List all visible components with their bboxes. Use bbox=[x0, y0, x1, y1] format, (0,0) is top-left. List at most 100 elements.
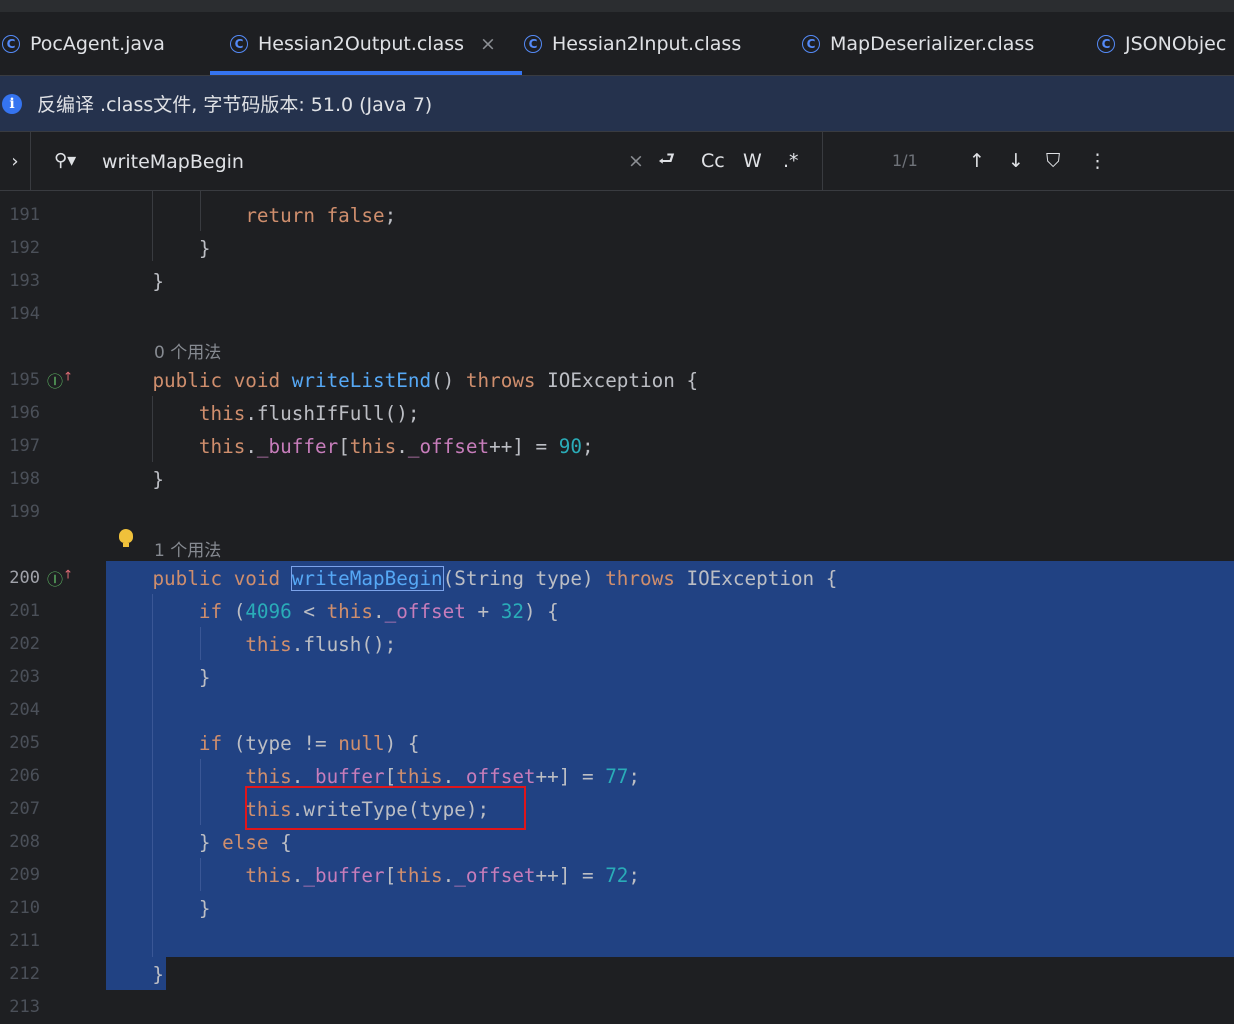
code-text: this._buffer[this._offset++] = 77; bbox=[245, 765, 641, 788]
line-number: 192 bbox=[9, 238, 40, 258]
tab-pocagent[interactable]: C PocAgent.java bbox=[2, 12, 165, 75]
divider bbox=[822, 132, 823, 190]
usage-hint-line: 0 个用法 bbox=[0, 331, 1234, 364]
info-icon: i bbox=[2, 93, 22, 114]
editor-tab-bar: C PocAgent.java C Hessian2Output.class ×… bbox=[0, 12, 1234, 76]
code-text: return false; bbox=[245, 204, 397, 227]
code-text: } bbox=[106, 468, 165, 491]
code-line: 209 this._buffer[this._offset++] = 72; bbox=[0, 859, 1234, 892]
line-number: 209 bbox=[9, 865, 40, 885]
implements-marker-icon[interactable]: Ⓘ↑ bbox=[47, 368, 73, 392]
line-number: 203 bbox=[9, 667, 40, 687]
line-number: 195 bbox=[9, 370, 40, 390]
code-line: 193 } bbox=[0, 265, 1234, 298]
code-text: } bbox=[106, 270, 165, 293]
line-number: 213 bbox=[9, 997, 40, 1017]
line-number: 202 bbox=[9, 634, 40, 654]
tab-hessian2input[interactable]: C Hessian2Input.class bbox=[524, 12, 741, 75]
code-line: 199 bbox=[0, 496, 1234, 529]
class-c-icon: C bbox=[2, 34, 20, 53]
code-line: 210 } bbox=[0, 892, 1234, 925]
more-options-icon[interactable]: ⋮ bbox=[1088, 132, 1107, 190]
previous-occurrence-icon[interactable]: ↑ bbox=[969, 132, 985, 190]
code-line: 207 this.writeType(type); bbox=[0, 793, 1234, 826]
code-line: 200 Ⓘ↑ public void writeMapBegin(String … bbox=[0, 562, 1234, 595]
class-c-icon: C bbox=[1097, 34, 1115, 53]
code-line: 205 if (type != null) { bbox=[0, 727, 1234, 760]
code-text: this._buffer[this._offset++] = 90; bbox=[198, 435, 594, 458]
regex-button[interactable]: .* bbox=[783, 132, 799, 190]
lightbulb-icon[interactable] bbox=[119, 529, 133, 547]
code-line: 198 } bbox=[0, 463, 1234, 496]
tab-hessian2output[interactable]: C Hessian2Output.class × bbox=[210, 12, 522, 75]
line-number: 211 bbox=[9, 931, 40, 951]
code-line: 202 this.flush(); bbox=[0, 628, 1234, 661]
tab-label: JSONObjec bbox=[1125, 32, 1227, 55]
usage-hint[interactable]: 1 个用法 bbox=[154, 536, 221, 561]
code-text: if (4096 < this._offset + 32) { bbox=[198, 600, 559, 623]
code-text: } bbox=[106, 237, 211, 260]
code-line: 211 bbox=[0, 925, 1234, 958]
decompiled-info-banner: i 反编译 .class文件, 字节码版本: 51.0 (Java 7) bbox=[0, 76, 1234, 132]
code-line: 213 bbox=[0, 991, 1234, 1024]
code-text: this.flushIfFull(); bbox=[198, 402, 420, 425]
code-line: 194 bbox=[0, 298, 1234, 331]
implements-marker-icon[interactable]: Ⓘ↑ bbox=[47, 566, 73, 590]
line-number: 205 bbox=[9, 733, 40, 753]
tab-mapdeserializer[interactable]: C MapDeserializer.class bbox=[802, 12, 1034, 75]
line-number: 204 bbox=[9, 700, 40, 720]
next-occurrence-icon[interactable]: ↓ bbox=[1008, 132, 1024, 190]
expand-replace-chevron-icon[interactable]: › bbox=[0, 132, 31, 190]
line-number: 208 bbox=[9, 832, 40, 852]
line-number: 201 bbox=[9, 601, 40, 621]
clear-search-icon[interactable]: × bbox=[628, 132, 644, 190]
line-number: 194 bbox=[9, 304, 40, 324]
tab-label: Hessian2Input.class bbox=[552, 32, 742, 55]
code-text: } else { bbox=[106, 831, 292, 854]
info-text: 反编译 .class文件, 字节码版本: 51.0 (Java 7) bbox=[37, 94, 433, 116]
code-text: this._buffer[this._offset++] = 72; bbox=[245, 864, 641, 887]
tab-label: PocAgent.java bbox=[30, 32, 165, 55]
code-line: 208 } else { bbox=[0, 826, 1234, 859]
match-count: 1/1 bbox=[892, 151, 918, 170]
code-text: this.flush(); bbox=[245, 633, 397, 656]
newline-icon[interactable]: ⮐ bbox=[658, 132, 675, 190]
usage-hint[interactable]: 0 个用法 bbox=[154, 338, 221, 363]
code-line: 206 this._buffer[this._offset++] = 77; bbox=[0, 760, 1234, 793]
code-line: 201 if (4096 < this._offset + 32) { bbox=[0, 595, 1234, 628]
line-number: 191 bbox=[9, 205, 40, 225]
line-number: 197 bbox=[9, 436, 40, 456]
match-case-button[interactable]: Cc bbox=[701, 132, 725, 190]
highlight-box bbox=[245, 786, 526, 830]
line-number: 193 bbox=[9, 271, 40, 291]
code-text: public void writeMapBegin(String type) t… bbox=[152, 566, 838, 591]
code-line: 195 Ⓘ↑ public void writeListEnd() throws… bbox=[0, 364, 1234, 397]
code-line: 204 bbox=[0, 694, 1234, 727]
line-number: 199 bbox=[9, 502, 40, 522]
class-c-icon: C bbox=[802, 34, 820, 53]
tab-jsonobject[interactable]: C JSONObjec bbox=[1097, 12, 1226, 75]
find-bar: › ⚲▾ × ⮐ Cc W .* 1/1 ↑ ↓ ⛉ ⋮ bbox=[0, 132, 1234, 191]
code-line: 196 this.flushIfFull(); bbox=[0, 397, 1234, 430]
code-text: } bbox=[106, 897, 211, 920]
code-line: 192 } bbox=[0, 232, 1234, 265]
title-strip bbox=[0, 0, 1234, 12]
line-number: 212 bbox=[9, 964, 40, 984]
tab-label: MapDeserializer.class bbox=[830, 32, 1035, 55]
line-number: 198 bbox=[9, 469, 40, 489]
code-line: 212 } bbox=[0, 958, 1234, 991]
whole-word-button[interactable]: W bbox=[743, 132, 762, 190]
class-c-icon: C bbox=[230, 34, 248, 53]
class-c-icon: C bbox=[524, 34, 542, 53]
close-icon[interactable]: × bbox=[480, 33, 496, 55]
code-line: 197 this._buffer[this._offset++] = 90; bbox=[0, 430, 1234, 463]
search-input[interactable] bbox=[100, 147, 604, 177]
line-number: 210 bbox=[9, 898, 40, 918]
search-history-icon[interactable]: ⚲▾ bbox=[54, 150, 76, 171]
code-editor[interactable]: 191 return false; 192 } 193 } 194 0 个用法 … bbox=[0, 191, 1234, 1017]
tab-label: Hessian2Output.class bbox=[258, 32, 465, 55]
code-text: } bbox=[106, 963, 165, 986]
line-number: 200 bbox=[9, 568, 40, 588]
filter-icon[interactable]: ⛉ bbox=[1046, 132, 1060, 190]
code-line: 191 return false; bbox=[0, 199, 1234, 232]
